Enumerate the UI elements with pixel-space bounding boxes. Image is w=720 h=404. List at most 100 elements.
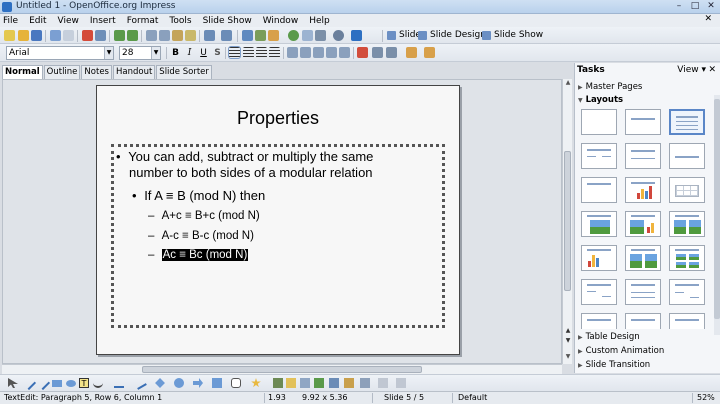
slide-title[interactable]: Properties <box>97 108 459 129</box>
gallery-icon[interactable] <box>314 378 324 388</box>
zoom-level[interactable]: 52% <box>697 393 715 402</box>
demote-icon[interactable] <box>313 47 324 58</box>
flowchart-icon[interactable] <box>212 378 222 388</box>
move-up-icon[interactable] <box>326 47 337 58</box>
horizontal-scrollbar[interactable] <box>2 364 562 374</box>
symbol-shapes-icon[interactable] <box>174 378 184 388</box>
autospellcheck-icon[interactable] <box>127 30 138 41</box>
task-pane-close[interactable]: ✕ <box>708 65 716 75</box>
next-slide-icon[interactable]: ▼ <box>563 337 573 346</box>
stars-icon[interactable] <box>251 378 261 388</box>
navigator-icon[interactable] <box>288 30 299 41</box>
task-pane-scrollbar[interactable] <box>714 95 720 335</box>
font-size-combo[interactable]: 28 ▼ <box>119 46 161 60</box>
tab-outline[interactable]: Outline <box>43 65 81 79</box>
arrow-line-icon[interactable] <box>35 375 51 391</box>
table-icon[interactable] <box>242 30 253 41</box>
close-document-button[interactable]: ✕ <box>704 14 712 24</box>
redo-icon[interactable] <box>221 30 232 41</box>
layout-title-text[interactable] <box>625 143 661 169</box>
layout-title-object[interactable] <box>581 177 617 203</box>
layout-title-text-two[interactable] <box>669 279 705 305</box>
lines-arrows-icon[interactable] <box>133 376 147 390</box>
paste-icon[interactable] <box>172 30 183 41</box>
alignment-icon[interactable] <box>344 378 354 388</box>
layout-vertical-text[interactable] <box>625 313 661 329</box>
zoom-icon[interactable] <box>333 30 344 41</box>
rectangle-icon[interactable] <box>52 380 62 387</box>
layout-title-text-picture[interactable] <box>669 211 705 237</box>
toggle-3d-icon[interactable] <box>396 378 406 388</box>
layout-title-table[interactable] <box>669 177 705 203</box>
edit-file-icon[interactable] <box>63 30 74 41</box>
layout-title-chart[interactable] <box>625 177 661 203</box>
format-paintbrush-icon[interactable] <box>185 30 196 41</box>
scroll-thumb[interactable] <box>714 99 720 319</box>
align-left-icon[interactable] <box>228 46 241 59</box>
tab-slide-sorter[interactable]: Slide Sorter <box>156 65 212 79</box>
slide-button[interactable]: Slide <box>387 30 421 40</box>
slide-canvas[interactable]: Properties • You can add, subtract or mu… <box>96 85 460 355</box>
tab-normal[interactable]: Normal <box>2 65 43 79</box>
menu-help[interactable]: Help <box>309 16 330 26</box>
curve-icon[interactable] <box>93 378 103 388</box>
section-custom-animation[interactable]: ▶ Custom Animation <box>578 346 664 356</box>
basic-shapes-icon[interactable] <box>155 378 165 388</box>
layout-vertical-two[interactable] <box>669 313 705 329</box>
promote-icon[interactable] <box>300 47 311 58</box>
from-file-icon[interactable] <box>300 378 310 388</box>
layout-title-text-chart[interactable] <box>625 245 661 271</box>
new-document-icon[interactable] <box>4 30 15 41</box>
decrease-font-icon[interactable] <box>424 47 435 58</box>
layout-title-content[interactable] <box>669 109 705 135</box>
ellipse-icon[interactable] <box>66 380 76 387</box>
gallery-icon[interactable] <box>302 30 313 41</box>
bold-button[interactable]: B <box>170 47 181 59</box>
section-master-pages[interactable]: ▶ Master Pages <box>578 82 642 92</box>
chevron-down-icon[interactable]: ▼ <box>151 47 160 59</box>
menu-format[interactable]: Format <box>127 16 159 26</box>
justify-icon[interactable] <box>269 47 280 58</box>
shadow-button[interactable]: S <box>212 47 223 59</box>
underline-button[interactable]: U <box>198 47 209 59</box>
outline-textbox[interactable]: • You can add, subtract or multiply the … <box>111 144 445 328</box>
maximize-button[interactable]: □ <box>690 1 700 11</box>
move-down-icon[interactable] <box>339 47 350 58</box>
layout-title-two-text[interactable] <box>581 279 617 305</box>
print-icon[interactable] <box>95 30 106 41</box>
minimize-button[interactable]: – <box>674 1 684 11</box>
callouts-icon[interactable] <box>231 378 241 388</box>
line-icon[interactable] <box>21 375 37 391</box>
layout-title-only[interactable] <box>625 109 661 135</box>
connector-icon[interactable] <box>114 378 124 388</box>
menu-edit[interactable]: Edit <box>29 16 46 26</box>
slide-show-button[interactable]: Slide Show <box>482 30 543 40</box>
fontwork-icon[interactable] <box>286 378 296 388</box>
increase-font-icon[interactable] <box>406 47 417 58</box>
scroll-thumb[interactable] <box>142 366 422 373</box>
layout-title-picture-text[interactable] <box>625 211 661 237</box>
task-pane-view-menu[interactable]: View ▾ <box>677 65 706 75</box>
layout-title-picture[interactable] <box>581 211 617 237</box>
layout-title-picture-chart[interactable] <box>669 245 705 271</box>
slide-design-button[interactable]: Slide Design <box>418 30 486 40</box>
undo-icon[interactable] <box>204 30 215 41</box>
menu-view[interactable]: View <box>58 16 79 26</box>
scroll-up-icon[interactable]: ▲ <box>563 79 573 88</box>
bullets-icon[interactable] <box>287 47 298 58</box>
layout-vertical-title[interactable] <box>581 313 617 329</box>
section-slide-transition[interactable]: ▶ Slide Transition <box>578 360 650 370</box>
layout-blank[interactable] <box>581 109 617 135</box>
layout-centered-text[interactable] <box>669 143 705 169</box>
character-icon[interactable] <box>372 47 383 58</box>
paragraph-icon[interactable] <box>386 47 397 58</box>
close-window-button[interactable]: ✕ <box>706 1 716 11</box>
image-icon[interactable] <box>255 30 266 41</box>
selected-text[interactable]: Ac ≡ Bc (mod N) <box>161 249 249 261</box>
points-icon[interactable] <box>273 378 283 388</box>
menu-tools[interactable]: Tools <box>169 16 191 26</box>
email-icon[interactable] <box>50 30 61 41</box>
save-icon[interactable] <box>31 30 42 41</box>
scroll-down-icon[interactable]: ▼ <box>563 353 573 362</box>
menu-slide-show[interactable]: Slide Show <box>203 16 252 26</box>
